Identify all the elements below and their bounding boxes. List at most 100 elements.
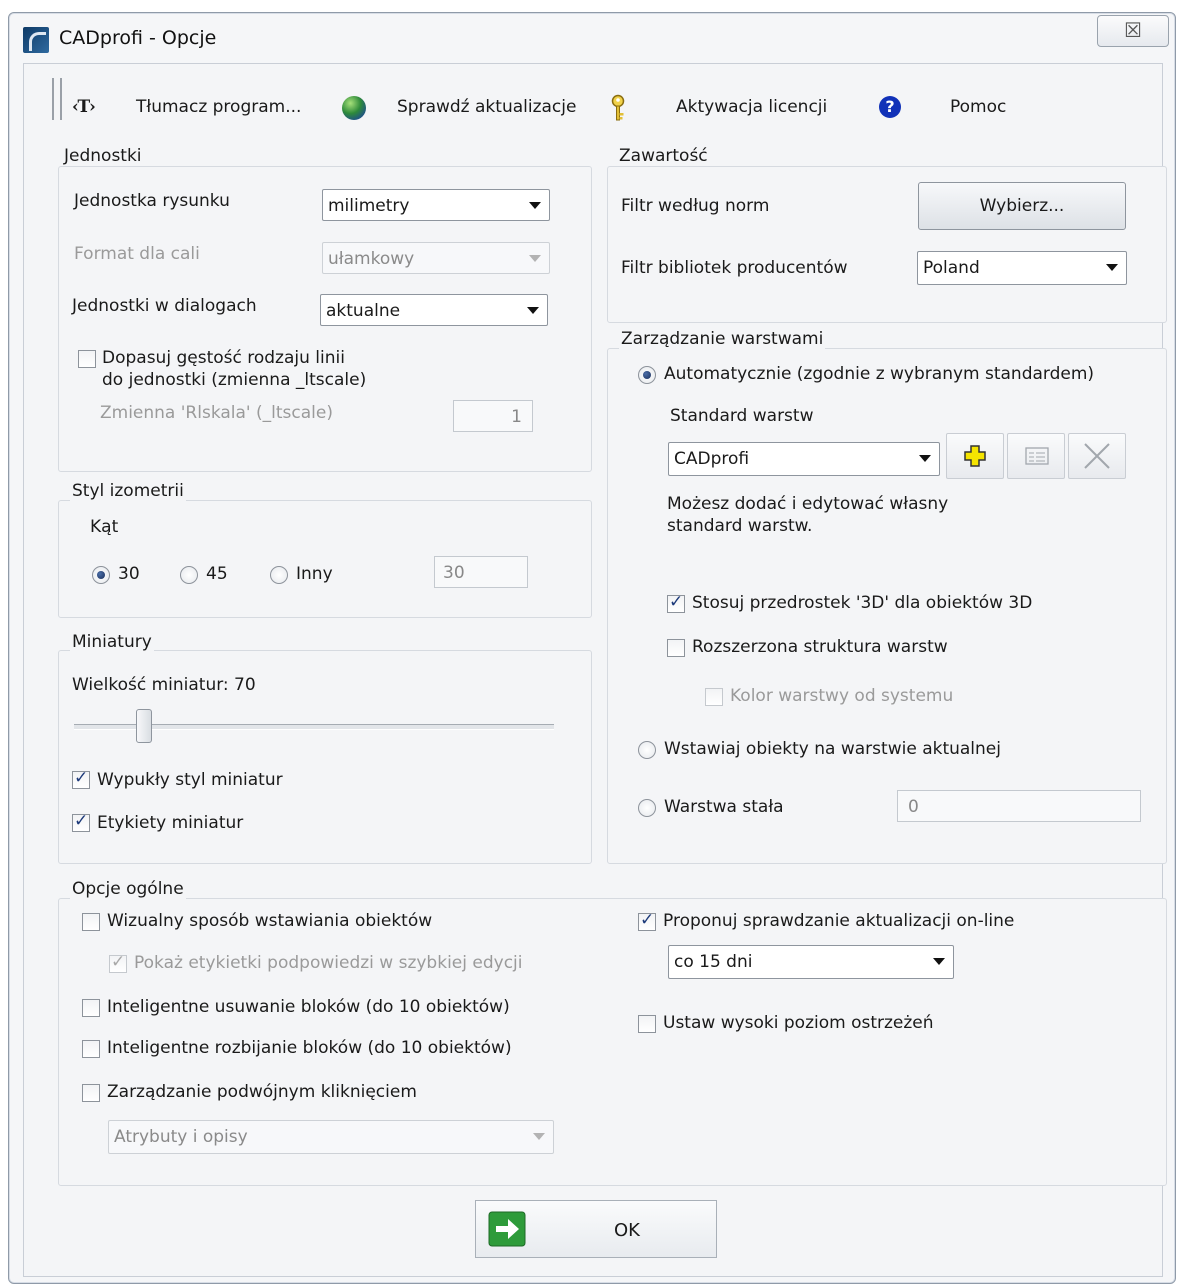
smart-explode-checkbox[interactable] [82, 1040, 100, 1058]
prefix-3d-label: Stosuj przedrostek '3D' dla obiektów 3D [692, 593, 1033, 613]
help-icon[interactable]: ? [879, 96, 901, 118]
convex-thumbnails-checkbox[interactable] [72, 768, 90, 789]
window-title: CADprofi - Opcje [59, 27, 217, 49]
custom-angle-value: 30 [443, 563, 465, 583]
online-update-label: Proponuj sprawdzanie aktualizacji on-lin… [663, 911, 1015, 931]
thumbnail-labels-checkbox[interactable] [72, 811, 90, 832]
angle-label: Kąt [90, 517, 119, 537]
convex-thumbnails-label: Wypukły styl miniatur [97, 770, 283, 790]
norm-filter-label: Filtr według norm [621, 196, 770, 216]
dialog-units-label: Jednostki w dialogach [72, 296, 257, 316]
add-standard-button[interactable] [946, 433, 1004, 479]
translate-program-button[interactable]: Tłumacz program... [136, 97, 301, 117]
visual-insert-checkbox[interactable] [82, 913, 100, 931]
options-window: CADprofi - Opcje ☒ ‹T› Tłumacz program..… [8, 12, 1176, 1284]
layer-hint-line2: standard warstw. [667, 516, 813, 536]
license-activation-button[interactable]: Aktywacja licencji [676, 97, 827, 117]
rlskala-value: 1 [511, 407, 522, 427]
double-click-checkbox[interactable] [82, 1084, 100, 1102]
visual-insert-label: Wizualny sposób wstawiania obiektów [107, 911, 433, 931]
rlskala-input[interactable]: 1 [453, 400, 533, 432]
thumbnails-group-label: Miniatury [70, 632, 154, 652]
chevron-down-icon [527, 307, 539, 314]
update-interval-value: co 15 dni [674, 952, 753, 972]
angle-other-label: Inny [296, 564, 333, 584]
layer-standard-select[interactable]: CADprofi [668, 442, 940, 476]
hints-checkbox[interactable] [109, 952, 127, 973]
fixed-layer-radio[interactable] [638, 799, 656, 817]
thumbnail-labels-label: Etykiety miniatur [97, 813, 244, 833]
update-interval-select[interactable]: co 15 dni [668, 945, 954, 979]
auto-layers-radio[interactable] [638, 366, 656, 384]
prefix-3d-checkbox[interactable] [667, 592, 685, 613]
cadprofi-app-icon [23, 27, 49, 53]
custom-angle-input[interactable]: 30 [434, 556, 528, 588]
online-update-checkbox[interactable] [638, 910, 656, 931]
double-click-value: Atrybuty i opisy [114, 1127, 248, 1147]
units-group-label: Jednostki [62, 146, 144, 166]
chevron-down-icon [919, 455, 931, 462]
layers-group-label: Zarządzanie warstwami [619, 329, 826, 349]
key-icon[interactable] [610, 94, 626, 122]
thumbnail-size-slider-thumb[interactable] [136, 709, 152, 743]
inch-format-select[interactable]: ułamkowy [322, 242, 550, 274]
drawing-unit-value: milimetry [328, 196, 410, 216]
ltscale-checkbox-label-line2: do jednostki (zmienna _ltscale) [102, 370, 367, 390]
smart-explode-label: Inteligentne rozbijanie bloków (do 10 ob… [107, 1038, 512, 1058]
green-arrow-icon [488, 1211, 526, 1247]
drawing-unit-select[interactable]: milimetry [322, 189, 550, 221]
current-layer-radio[interactable] [638, 741, 656, 759]
current-layer-label: Wstawiaj obiekty na warstwie aktualnej [664, 739, 1001, 759]
smart-delete-label: Inteligentne usuwanie bloków (do 10 obie… [107, 997, 510, 1017]
hints-label: Pokaż etykietki podpowiedzi w szybkiej e… [134, 953, 523, 973]
chevron-down-icon [529, 202, 541, 209]
layer-hint-line1: Możesz dodać i edytować własny [667, 494, 949, 514]
angle-45-label: 45 [206, 564, 228, 584]
close-button[interactable]: ☒ [1097, 15, 1169, 47]
close-icon: ☒ [1124, 18, 1142, 42]
translate-icon[interactable]: ‹T› [72, 97, 96, 117]
ok-button[interactable]: OK [475, 1200, 717, 1258]
system-color-checkbox[interactable] [705, 688, 723, 706]
chevron-down-icon [933, 958, 945, 965]
general-options-group-label: Opcje ogólne [70, 879, 186, 899]
edit-standard-button[interactable] [1007, 433, 1065, 479]
ltscale-checkbox-label-line1: Dopasuj gęstość rodzaju linii [102, 348, 345, 368]
help-button[interactable]: Pomoc [950, 97, 1006, 117]
select-norms-button[interactable]: Wybierz... [918, 182, 1126, 230]
inch-format-value: ułamkowy [328, 249, 415, 269]
ok-label: OK [614, 1220, 640, 1241]
dialog-units-value: aktualne [326, 301, 401, 321]
dialog-units-select[interactable]: aktualne [320, 294, 548, 326]
high-warning-checkbox[interactable] [638, 1015, 656, 1033]
angle-other-radio[interactable] [270, 566, 288, 584]
manufacturer-filter-select[interactable]: Poland [917, 251, 1127, 285]
angle-45-radio[interactable] [180, 566, 198, 584]
manufacturer-filter-value: Poland [923, 258, 980, 278]
edit-list-icon [1025, 447, 1049, 465]
check-updates-button[interactable]: Sprawdź aktualizacje [397, 97, 576, 117]
drawing-unit-label: Jednostka rysunku [74, 191, 230, 211]
title-bar: CADprofi - Opcje ☒ [9, 13, 1175, 63]
fixed-layer-input[interactable]: 0 [897, 790, 1141, 822]
dialog-client-area: ‹T› Tłumacz program... Sprawdź aktualiza… [23, 63, 1167, 1277]
thumbnail-size-label: Wielkość miniatur: 70 [72, 675, 256, 695]
delete-standard-button[interactable] [1068, 433, 1126, 479]
double-click-select[interactable]: Atrybuty i opisy [108, 1120, 554, 1154]
extended-structure-label: Rozszerzona struktura warstw [692, 637, 948, 657]
manufacturer-filter-label: Filtr bibliotek producentów [621, 258, 848, 278]
auto-layers-label: Automatycznie (zgodnie z wybranym standa… [664, 364, 1095, 384]
rlskala-label: Zmienna 'Rlskala' (_ltscale) [100, 403, 333, 423]
angle-30-radio[interactable] [92, 566, 110, 584]
isometric-group-label: Styl izometrii [70, 481, 186, 501]
globe-icon[interactable] [342, 96, 366, 120]
double-click-label: Zarządzanie podwójnym kliknięciem [107, 1082, 417, 1102]
layer-standard-label: Standard warstw [670, 406, 814, 426]
delete-icon [1084, 443, 1110, 469]
layer-standard-value: CADprofi [674, 449, 750, 469]
ltscale-checkbox[interactable] [78, 350, 96, 368]
chevron-down-icon [1106, 264, 1118, 271]
toolbar-grip[interactable] [52, 78, 62, 120]
smart-delete-checkbox[interactable] [82, 999, 100, 1017]
extended-structure-checkbox[interactable] [667, 639, 685, 657]
